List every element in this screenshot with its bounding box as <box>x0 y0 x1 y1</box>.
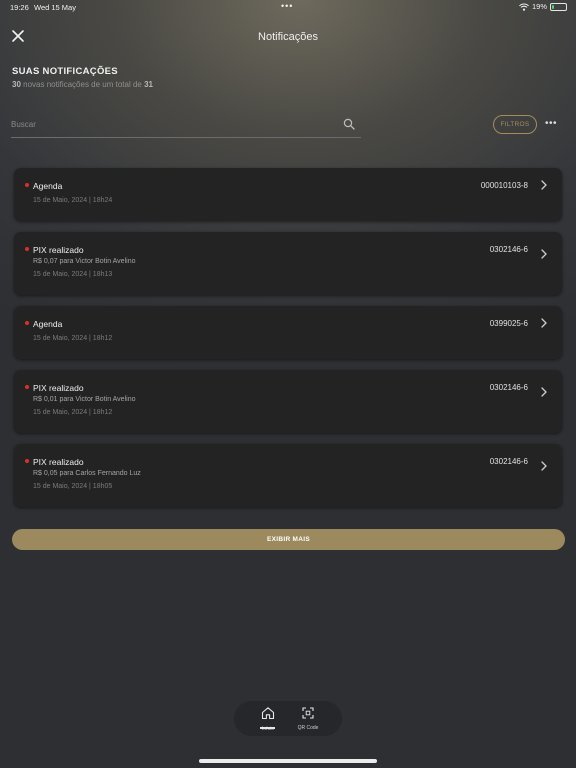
status-bar: 19:26 Wed 15 May ••• 19% <box>0 0 576 14</box>
unread-dot <box>25 385 29 389</box>
tab-label: QR Code <box>297 725 319 731</box>
status-time: 19:26 <box>10 3 29 12</box>
tab-qr-code[interactable]: QR Code <box>291 706 325 731</box>
search-icon[interactable] <box>343 118 355 130</box>
notification-card[interactable]: PIX realizado R$ 0,07 para Victor Botin … <box>14 232 562 295</box>
status-indicators: 19% <box>519 2 567 11</box>
active-tab-indicator <box>260 727 275 729</box>
chevron-right-icon <box>541 180 547 190</box>
more-dots-icon[interactable]: ••• <box>544 117 558 131</box>
notifications-summary: 30 novas notificações de um total de 31 <box>12 80 153 89</box>
notification-title: PIX realizado <box>33 383 84 393</box>
notification-account-code: 000010103-8 <box>480 181 528 190</box>
notification-account-code: 0399025-6 <box>489 319 528 328</box>
notification-account-code: 0302146-6 <box>489 245 528 254</box>
filters-button[interactable]: FILTROS <box>493 115 537 134</box>
home-indicator[interactable] <box>199 759 377 763</box>
summary-text: novas notificações de um total de <box>20 80 145 89</box>
notification-account-code: 0302146-6 <box>489 383 528 392</box>
notification-card[interactable]: Agenda 15 de Maio, 2024 | 18h24 00001010… <box>14 168 562 221</box>
unread-dot <box>25 247 29 251</box>
total-count: 31 <box>144 80 153 89</box>
status-date: Wed 15 May <box>34 3 76 12</box>
notification-card[interactable]: Agenda 15 de Maio, 2024 | 18h12 0399025-… <box>14 306 562 359</box>
unread-dot <box>25 183 29 187</box>
notification-description: R$ 0,01 para Victor Botin Avelino <box>33 396 136 403</box>
notification-account-code: 0302146-6 <box>489 457 528 466</box>
multitasking-dots-icon[interactable]: ••• <box>281 1 293 11</box>
chevron-right-icon <box>541 318 547 328</box>
notification-title: PIX realizado <box>33 245 84 255</box>
page-title: Notificações <box>258 31 318 43</box>
home-icon <box>261 707 275 720</box>
notification-description: R$ 0,05 para Carlos Fernando Luz <box>33 470 141 477</box>
notification-date: 15 de Maio, 2024 | 18h12 <box>33 335 113 342</box>
bottom-tab-bar: Início QR Code <box>234 701 342 736</box>
notification-description: R$ 0,07 para Victor Botin Avelino <box>33 258 136 265</box>
notification-date: 15 de Maio, 2024 | 18h13 <box>33 271 113 278</box>
notification-card[interactable]: PIX realizado R$ 0,01 para Victor Botin … <box>14 370 562 433</box>
notification-title: Agenda <box>33 319 63 329</box>
notification-date: 15 de Maio, 2024 | 18h24 <box>33 197 113 204</box>
search-input[interactable] <box>11 116 331 132</box>
search-bar <box>11 114 361 138</box>
battery-percent: 19% <box>531 2 547 11</box>
show-more-button[interactable]: EXIBIR MAIS <box>12 529 565 550</box>
qr-scan-icon <box>302 707 314 719</box>
notification-date: 15 de Maio, 2024 | 18h12 <box>33 409 113 416</box>
new-count: 30 <box>12 80 21 89</box>
chevron-right-icon <box>541 461 547 471</box>
notification-title: Agenda <box>33 181 63 191</box>
notification-date: 15 de Maio, 2024 | 18h05 <box>33 483 113 490</box>
unread-dot <box>25 459 29 463</box>
notification-card[interactable]: PIX realizado R$ 0,05 para Carlos Fernan… <box>14 444 562 507</box>
chevron-right-icon <box>541 387 547 397</box>
notifications-section-title: SUAS NOTIFICAÇÕES <box>12 66 118 77</box>
notification-title: PIX realizado <box>33 457 84 467</box>
chevron-right-icon <box>541 249 547 259</box>
unread-dot <box>25 321 29 325</box>
wifi-icon <box>519 3 529 11</box>
battery-charging-icon <box>550 2 567 11</box>
